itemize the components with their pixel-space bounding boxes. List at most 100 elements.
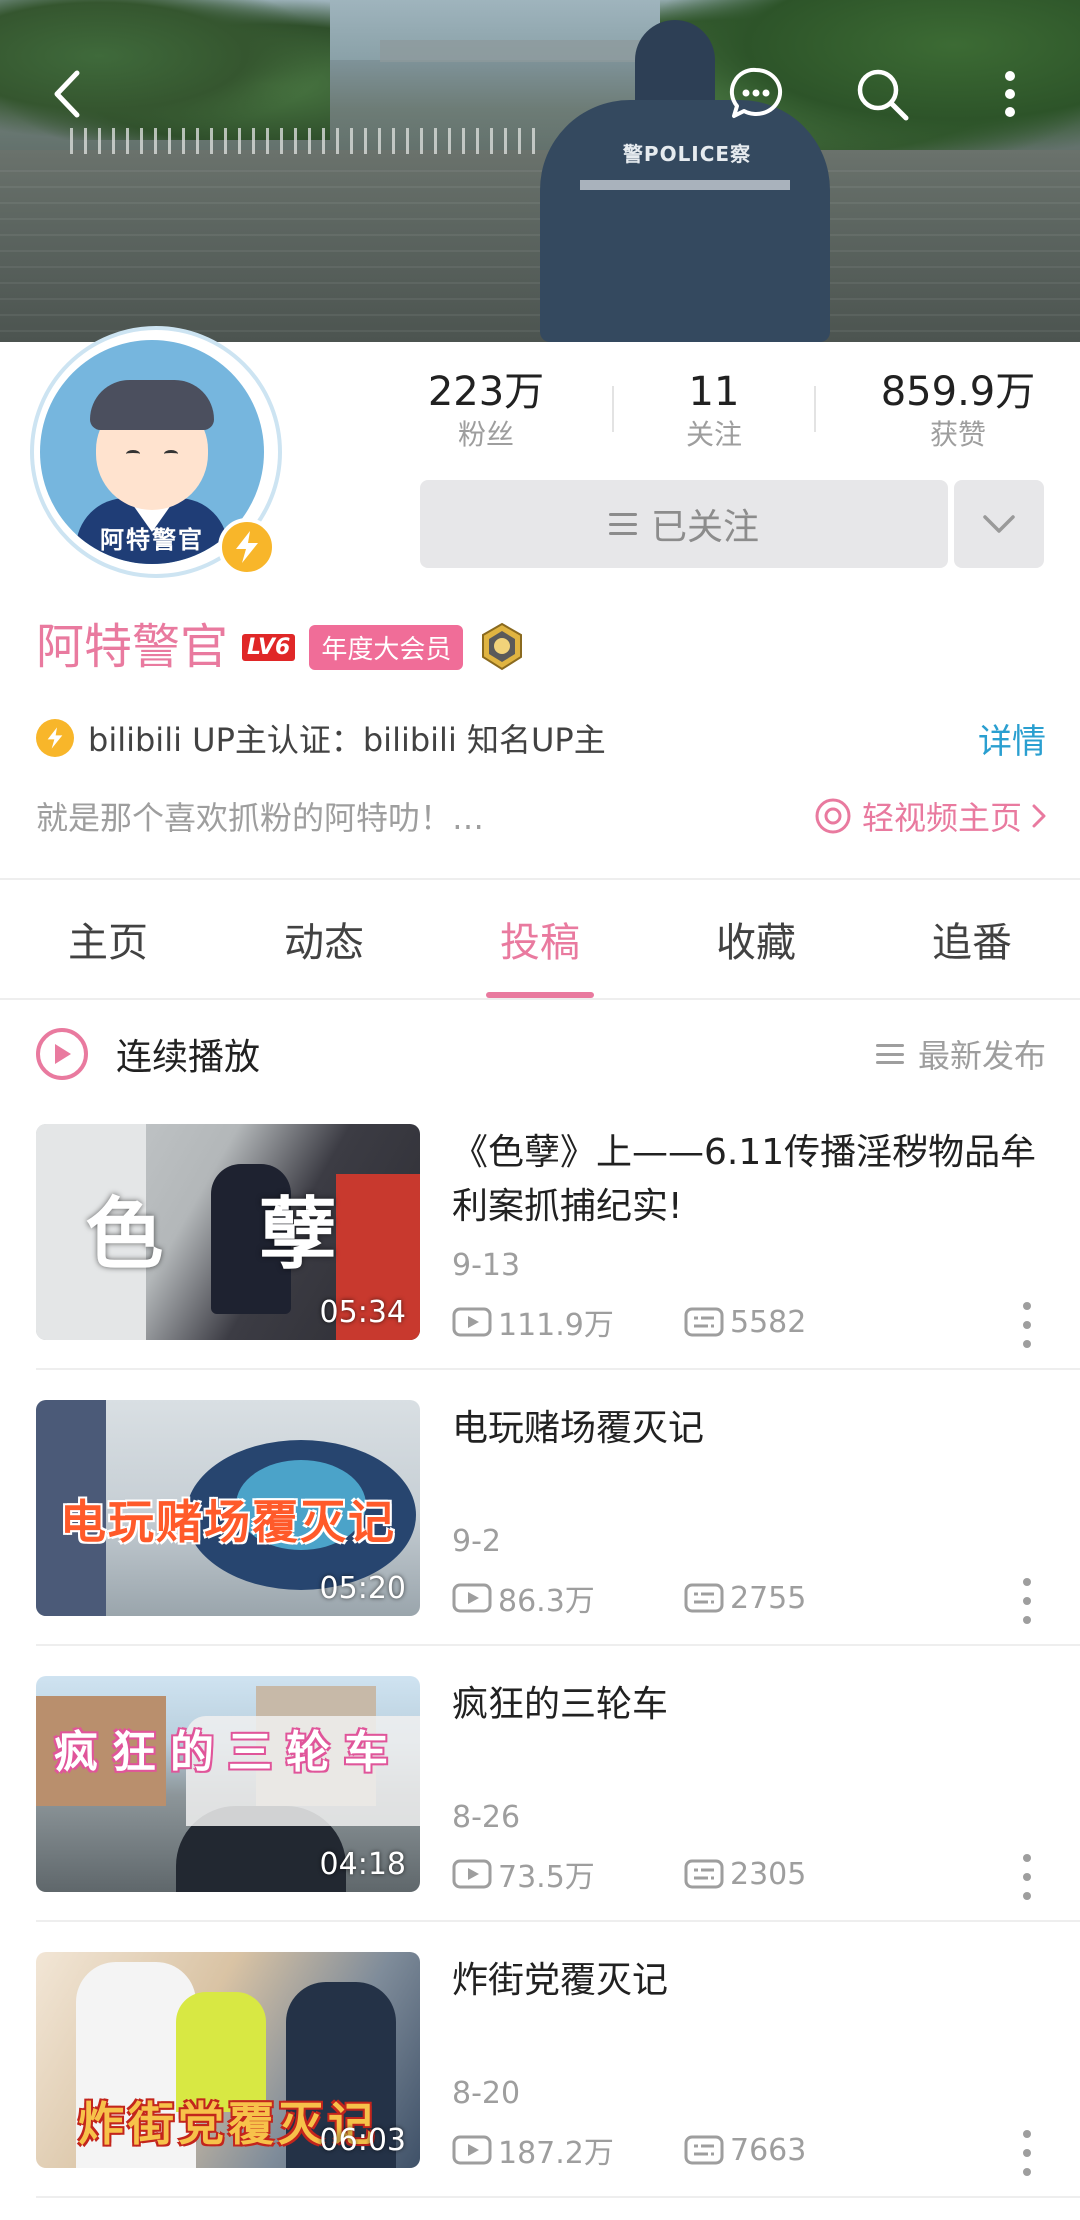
more-vertical-icon[interactable]: [1010, 2126, 1044, 2180]
follow-dropdown-button[interactable]: [954, 480, 1044, 568]
video-title[interactable]: 《色孽》上——6.11传播淫秽物品牟利案抓捕纪实!: [452, 1126, 1042, 1234]
lightning-icon: [236, 531, 258, 563]
video-thumbnail[interactable]: 电玩赌场覆灭记 05:20: [36, 1400, 420, 1616]
video-views-value: 111.9万: [498, 1308, 614, 1343]
video-date: 8-20: [452, 2076, 521, 2111]
video-duration: 06:03: [319, 2123, 406, 2158]
divider: [0, 998, 1080, 1000]
play-count-icon: [452, 2135, 492, 2165]
video-item[interactable]: 炸街党覆灭记 06:03 炸街党覆灭记 8-20 187.2万 7663: [0, 1952, 1080, 2220]
video-views: 187.2万: [452, 2128, 684, 2172]
sort-button[interactable]: 最新发布: [875, 1031, 1046, 1077]
video-thumbnail[interactable]: 疯狂的三轮车 04:18: [36, 1676, 420, 1892]
danmaku-icon: [684, 1307, 724, 1337]
video-thumbnail[interactable]: 炸街党覆灭记 06:03: [36, 1952, 420, 2168]
tab-bangumi-label: 追番: [932, 920, 1012, 966]
profile-banner: 警POLICE察: [0, 0, 1080, 342]
video-meta: 187.2万 7663: [452, 2126, 806, 2174]
stat-likes-value: 859.9万: [880, 369, 1036, 415]
video-duration: 04:18: [319, 1847, 406, 1882]
avatar-hair: [90, 380, 214, 430]
medal-icon[interactable]: [477, 621, 527, 673]
video-comments: 7663: [684, 2133, 806, 2168]
tab-dynamics[interactable]: 动态: [216, 880, 432, 998]
banner-fence: [70, 128, 540, 154]
divider: [36, 2196, 1080, 2198]
danmaku-icon: [684, 1859, 724, 1889]
light-video-label: 轻视频主页: [861, 799, 1022, 837]
play-icon[interactable]: [36, 1028, 88, 1080]
stat-fans-label: 粉丝: [457, 418, 514, 451]
video-views: 111.9万: [452, 1300, 684, 1344]
bio-text[interactable]: 就是那个喜欢抓粉的阿特叻！…: [36, 793, 814, 839]
continuous-play-button[interactable]: 连续播放: [116, 1028, 876, 1080]
danmaku-icon: [684, 1583, 724, 1613]
stat-fans-value: 223万: [427, 369, 545, 415]
thumbnail-title: 电玩赌场覆灭记: [60, 1495, 396, 1549]
stat-following-value: 11: [688, 369, 740, 415]
tab-home[interactable]: 主页: [0, 880, 216, 998]
video-title[interactable]: 疯狂的三轮车: [452, 1678, 1042, 1732]
divider: [36, 1644, 1080, 1646]
stat-fans[interactable]: 223万 粉丝: [386, 368, 586, 454]
lightning-icon: [36, 719, 74, 757]
stat-following[interactable]: 11 关注: [614, 368, 814, 454]
chevron-down-icon: [983, 515, 1015, 533]
followed-button-label: 已关注: [650, 507, 759, 548]
officer-raincoat: [540, 100, 830, 342]
profile-tabs: 主页 动态 投稿 收藏 追番: [0, 880, 1080, 998]
video-views: 86.3万: [452, 1576, 684, 1620]
play-count-icon: [452, 1307, 492, 1337]
menu-lines-icon: [608, 513, 637, 535]
video-duration: 05:20: [319, 1571, 406, 1606]
video-comments-value: 7663: [730, 2132, 807, 2168]
video-comments-value: 2755: [730, 1580, 807, 1616]
sort-lines-icon: [875, 1044, 904, 1064]
chevron-right-icon: [1032, 804, 1046, 828]
details-link[interactable]: 详情: [978, 714, 1046, 763]
light-video-link[interactable]: 轻视频主页: [814, 793, 1046, 839]
more-options-button[interactable]: [980, 64, 1040, 124]
video-comments: 2755: [684, 1581, 806, 1616]
video-comments: 2305: [684, 1857, 806, 1892]
stat-divider: [814, 386, 816, 432]
video-thumbnail[interactable]: 色 孽 05:34: [36, 1124, 420, 1340]
search-button[interactable]: [852, 64, 912, 124]
video-views-value: 187.2万: [498, 2136, 614, 2171]
video-title[interactable]: 电玩赌场覆灭记: [452, 1402, 1042, 1456]
certification-text: bilibili UP主认证：bilibili 知名UP主: [88, 721, 606, 759]
profile-name: 阿特警官: [36, 619, 229, 675]
video-item[interactable]: 疯狂的三轮车 04:18 疯狂的三轮车 8-26 73.5万 2305: [0, 1676, 1080, 1952]
tab-favorites-label: 收藏: [716, 920, 796, 966]
continuous-play-row: 连续播放 最新发布: [36, 1018, 1046, 1090]
more-vertical-icon[interactable]: [1010, 1850, 1044, 1904]
target-icon: [815, 798, 851, 834]
followed-button[interactable]: 已关注: [420, 480, 948, 568]
officer-reflective-stripe: [580, 180, 790, 190]
message-button[interactable]: [726, 64, 786, 124]
tab-favorites[interactable]: 收藏: [648, 880, 864, 998]
video-item[interactable]: 电玩赌场覆灭记 05:20 电玩赌场覆灭记 9-2 86.3万 2755: [0, 1400, 1080, 1676]
more-vertical-icon[interactable]: [1010, 1574, 1044, 1628]
profile-name-row: 阿特警官 LV6 年度大会员: [36, 612, 527, 682]
divider: [36, 1920, 1080, 1922]
video-duration: 05:34: [319, 1295, 406, 1330]
video-title[interactable]: 炸街党覆灭记: [452, 1954, 1042, 2008]
stat-likes: 859.9万 获赞: [858, 368, 1058, 454]
tab-bangumi[interactable]: 追番: [864, 880, 1080, 998]
tab-uploads[interactable]: 投稿: [432, 880, 648, 998]
stat-following-label: 关注: [685, 418, 742, 451]
video-views-value: 73.5万: [498, 1860, 595, 1895]
more-vertical-icon[interactable]: [1010, 1298, 1044, 1352]
back-button[interactable]: [36, 64, 96, 124]
video-meta: 73.5万 2305: [452, 1850, 806, 1898]
search-icon: [857, 69, 909, 121]
play-count-icon: [452, 1859, 492, 1889]
more-vertical-icon: [1005, 71, 1015, 117]
stat-likes-label: 获赞: [929, 418, 986, 451]
vip-badge[interactable]: 年度大会员: [309, 624, 464, 670]
thumbnail-title: 色 孽: [85, 1189, 371, 1280]
level-badge: LV6: [242, 633, 296, 661]
video-views: 73.5万: [452, 1852, 684, 1896]
video-item[interactable]: 色 孽 05:34 《色孽》上——6.11传播淫秽物品牟利案抓捕纪实! 9-13…: [0, 1124, 1080, 1400]
